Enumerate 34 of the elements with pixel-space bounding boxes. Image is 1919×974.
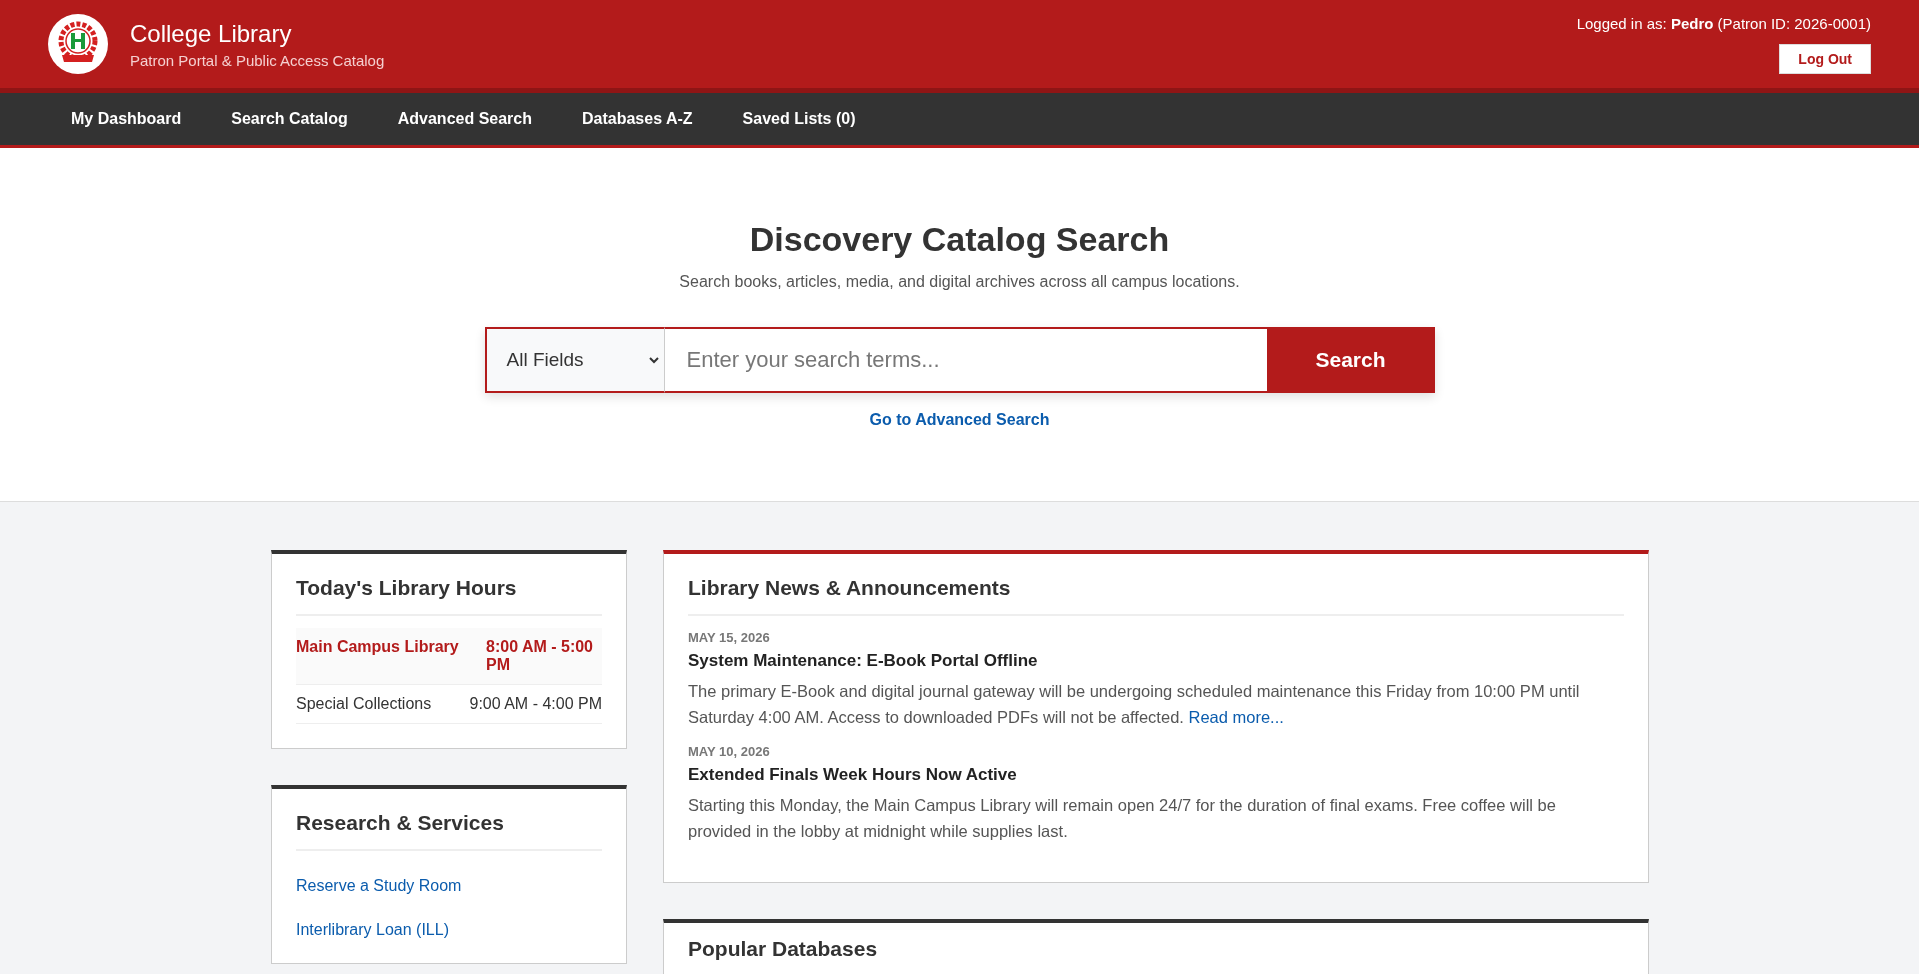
login-status: Logged in as: Pedro (Patron ID: 2026-0001) [1576, 14, 1871, 32]
news-date: MAY 10, 2026 [688, 744, 771, 760]
page-subheading: Search books, articles, media, and digital archives across all campus locations. [679, 273, 1240, 291]
advanced-search-link[interactable]: Go to Advanced Search [869, 411, 1050, 429]
chevron-down-icon [647, 356, 660, 364]
news-text: Starting this Monday, the Main Campus Library will remain open 24/7 for the duration of final exams. Free coffee will be provided in the lobby at midnight while supplies last. [688, 795, 1557, 842]
location-name: Special Collections [296, 695, 433, 713]
nav-link[interactable]: Advanced Search [372, 94, 557, 144]
news-date: MAY 15, 2026 [688, 630, 771, 645]
search-button[interactable]: Search [1266, 327, 1435, 393]
college-logo [48, 14, 108, 74]
nav-link[interactable]: Databases A-Z [557, 94, 718, 144]
search-field[interactable]: Enter your search terms... [664, 327, 1267, 393]
card-title: Library News & Announcements [688, 576, 1624, 616]
news-text: The primary E-Book and digital journal gateway will be undergoing scheduled maintenance this Friday from 10:00 PM until Saturday 4:00 AM. Access to downloaded PDFs will not be affected. Read more... [688, 681, 1581, 728]
service-link[interactable]: Interlibrary Loan (ILL) [296, 921, 602, 939]
nav-link[interactable]: My Dashboard [46, 94, 207, 144]
card-title: Research & Services [296, 811, 602, 851]
logout-button[interactable]: Log Out [1779, 43, 1871, 74]
read-more-link[interactable]: Read more... [1188, 707, 1284, 726]
field-dropdown[interactable]: All Fields [484, 327, 665, 393]
news-headline: Extended Finals Week Hours Now Active [688, 765, 1018, 786]
location-name: Main Campus Library [296, 638, 460, 657]
site-title: College Library [130, 19, 293, 48]
opening-hours: 9:00 AM - 4:00 PM [469, 695, 602, 713]
site-subtitle: Patron Portal & Public Access Catalog [130, 51, 385, 69]
opening-hours: 8:00 AM - 5:00 PM [486, 638, 594, 674]
card-title: Popular Databases [688, 937, 1624, 974]
service-link[interactable]: Reserve a Study Room [296, 877, 602, 895]
card-title: Today's Library Hours [296, 576, 602, 616]
nav-link[interactable]: Search Catalog [206, 94, 373, 144]
nav-link[interactable]: Saved Lists (0) [717, 94, 881, 144]
page-heading: Discovery Catalog Search [749, 220, 1170, 259]
news-headline: System Maintenance: E-Book Portal Offline [688, 651, 1039, 671]
